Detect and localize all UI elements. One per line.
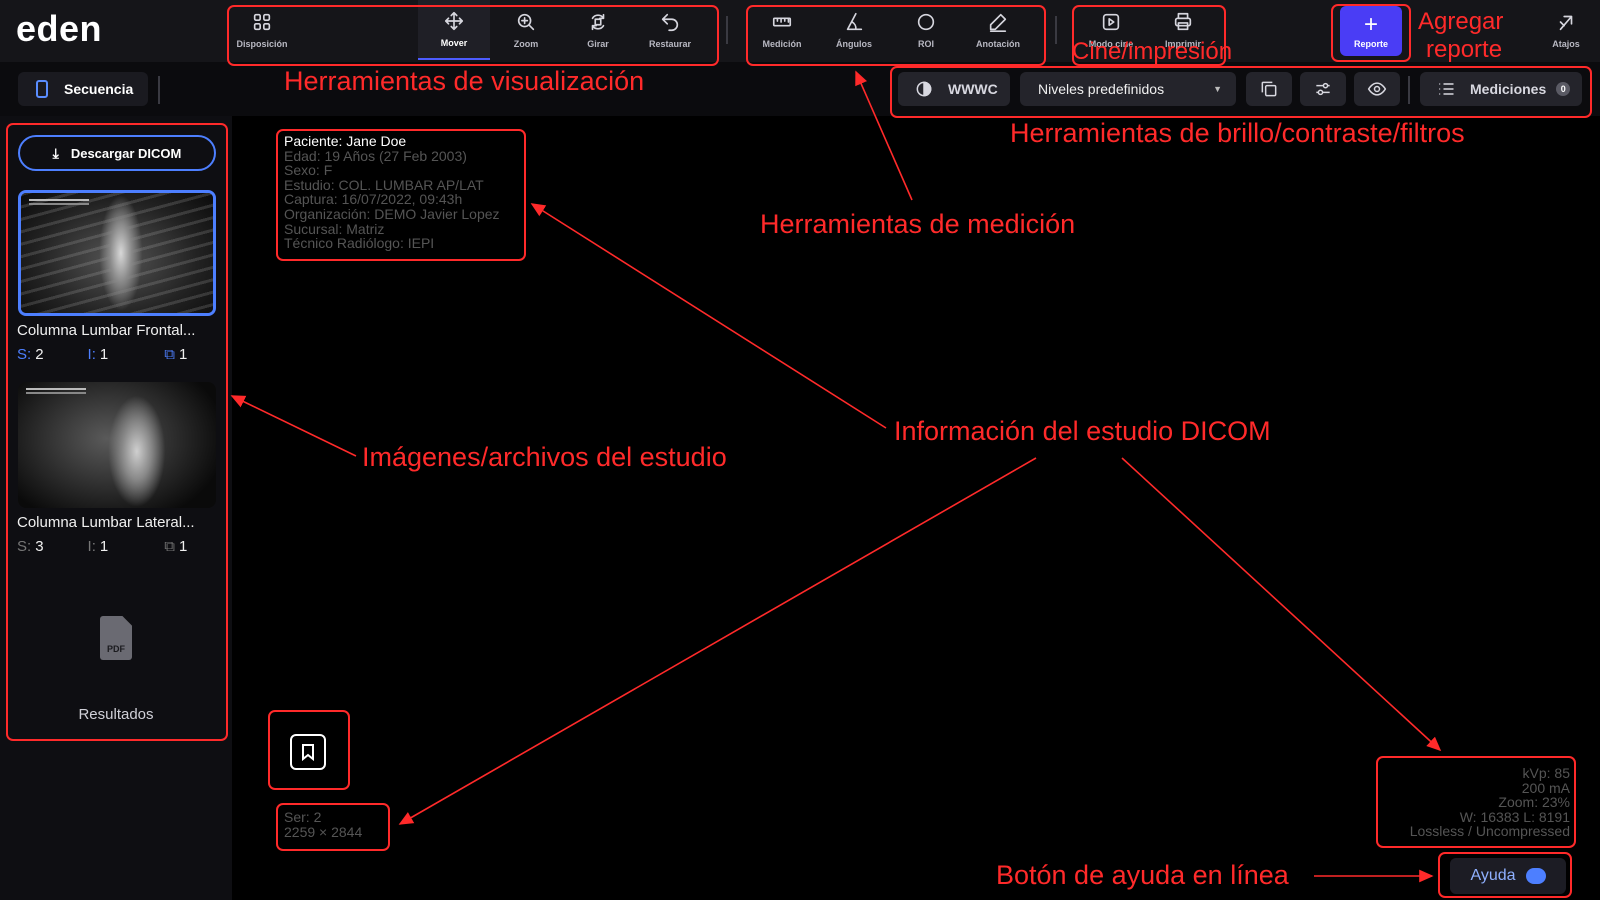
- sequence-label: Secuencia: [64, 81, 134, 97]
- toolbar-divider: [158, 76, 160, 104]
- annotation-label-measure-tools: Herramientas de medición: [760, 209, 1076, 239]
- annotation-box-bookmark: [268, 710, 350, 790]
- annotation-box-help: [1438, 852, 1572, 898]
- annotation-box-tech-info: [1376, 756, 1576, 848]
- annotation-label-cine: Cine/impresión: [1072, 38, 1233, 65]
- annotation-box-measure-tools: [746, 5, 1046, 66]
- annotation-label-view-tools: Herramientas de visualización: [284, 66, 645, 96]
- annotation-box-view-tools: [227, 5, 719, 66]
- tool-label: Atajos: [1552, 39, 1580, 49]
- shortcut-arrow-icon: [1559, 15, 1573, 31]
- toolbar-divider: [726, 16, 728, 44]
- annotation-label-brightness: Herramientas de brillo/contraste/filtros: [1010, 118, 1465, 148]
- app-logo: eden: [16, 8, 103, 49]
- annotation-box-patient-info: [276, 129, 526, 261]
- annotation-box-report: [1331, 4, 1411, 62]
- annotation-box-sidebar: [6, 123, 228, 741]
- annotation-label-study-images: Imágenes/archivos del estudio: [362, 442, 727, 472]
- annotation-box-brightness: [890, 66, 1592, 118]
- annotation-box-series-info: [276, 803, 390, 851]
- annotation-label-add-report-1: Agregar: [1418, 8, 1504, 35]
- sequence-icon: [36, 80, 48, 98]
- annotation-label-help: Botón de ayuda en línea: [996, 860, 1289, 890]
- sequence-button[interactable]: Secuencia: [18, 72, 148, 106]
- annotation-label-dicom-info: Información del estudio DICOM: [894, 416, 1271, 446]
- toolbar-divider: [1055, 16, 1057, 44]
- annotation-label-add-report-2: reporte: [1426, 36, 1503, 63]
- tool-shortcuts[interactable]: Atajos: [1530, 0, 1600, 60]
